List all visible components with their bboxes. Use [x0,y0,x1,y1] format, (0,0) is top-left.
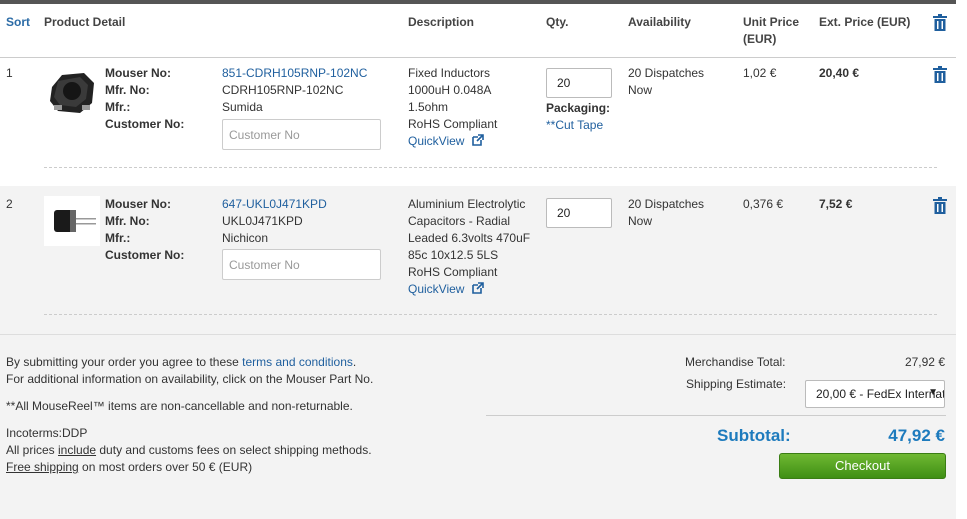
description-line: 1.5ohm [408,100,449,114]
mouser-no-label: Mouser No: [105,66,171,80]
manufacturer-name: Nichicon [222,231,269,245]
mfr-label: Mfr.: [105,231,131,245]
subtotal-label: Subtotal: [717,426,791,445]
mfr-part-number: UKL0J471KPD [222,214,303,228]
description-line: 1000uH 0.048A [408,83,492,97]
duty-prefix: All prices [6,443,59,457]
quickview-label: QuickView [408,282,465,296]
capacitor-image[interactable] [44,196,100,246]
terms-prefix: By submitting your order you agree to th… [6,355,243,369]
unit-price-header: Unit Price (EUR) [743,14,799,48]
mouser-no-label: Mouser No: [105,197,171,211]
mouser-part-link[interactable]: 851-CDRH105RNP-102NC [222,65,367,82]
availability-note: For additional information on availabili… [6,372,374,386]
unit-price: 1,02 € [743,66,777,80]
unit-price: 0,376 € [743,197,784,211]
row-sort-number: 1 [6,66,13,80]
description-line: 85c 10x12.5 5LS [408,248,499,262]
external-link-icon [472,282,484,294]
availability-status-line2: Now [628,83,653,97]
quickview-label: QuickView [408,134,465,148]
terms-link[interactable]: terms and conditions [242,355,353,369]
sort-header[interactable]: Sort [6,14,30,31]
free-shipping-note: Free shipping on most orders over 50 € (… [6,459,252,476]
mousereel-note: **All MouseReel™ items are non-cancellab… [6,399,353,413]
mfr-label: Mfr.: [105,100,131,114]
inductor-image[interactable] [44,67,100,117]
subtotal-value: 47,92 € [888,426,945,445]
free-shipping-link[interactable]: Free shipping [6,460,79,474]
availability-status: 20 Dispatches [628,197,705,211]
merchandise-total-label: Merchandise Total: [685,355,786,369]
external-link-icon [472,134,484,146]
customer-no-input[interactable]: Customer No [222,119,381,150]
ext-price: 20,40 € [819,66,860,80]
mfr-no-label: Mfr. No: [105,83,150,97]
delete-item-icon[interactable] [932,197,948,214]
delete-item-icon[interactable] [932,66,948,83]
table-row: 2 Mouser No: Mfr. No: Mfr.: Customer No:… [0,186,956,334]
summary-divider [486,415,946,416]
description-line: Leaded 6.3volts 470uF [408,231,531,245]
mfr-no-label: Mfr. No: [105,214,150,228]
unit-price-header-line2: (EUR) [743,32,777,46]
packaging-label: Packaging: [546,101,611,115]
ext-price-header: Ext. Price (EUR) [819,15,911,29]
cart-table-header: Sort Product Detail Description Qty. Ava… [0,4,956,58]
description-line: Capacitors - Radial [408,214,511,228]
unit-price-header-line1: Unit Price [743,15,800,29]
packaging-link[interactable]: **Cut Tape [546,117,603,134]
mouser-part-link[interactable]: 647-UKL0J471KPD [222,196,327,213]
free-shipping-suffix: on most orders over 50 € (EUR) [78,460,253,474]
terms-notice: By submitting your order you agree to th… [6,354,356,371]
duty-suffix: duty and customs fees on select shipping… [96,443,372,457]
row-sort-number: 2 [6,197,13,211]
description-line: Aluminium Electrolytic [408,197,526,211]
row-divider [44,314,937,315]
table-row: 1 Mouser No: Mfr. No: Mfr.: Customer No:… [0,59,956,186]
delete-all-icon[interactable] [932,14,948,31]
quickview-link[interactable]: QuickView [408,281,484,298]
shipping-method-selected: 20,00 € - FedEx International Priority [816,387,944,401]
include-link[interactable]: include [58,443,96,457]
customer-no-input[interactable]: Customer No [222,249,381,280]
description-line: RoHS Compliant [408,265,498,279]
quantity-input[interactable]: 20 [546,68,612,98]
description-line: RoHS Compliant [408,117,498,131]
customer-no-label: Customer No: [105,248,185,262]
description-header: Description [408,15,475,29]
mfr-part-number: CDRH105RNP-102NC [222,83,344,97]
incoterms-text: Incoterms:DDP [6,426,88,440]
customer-no-label: Customer No: [105,117,185,131]
duty-note: All prices include duty and customs fees… [6,442,372,459]
availability-header: Availability [628,15,691,29]
page-edge [956,0,967,519]
checkout-button[interactable]: Checkout [779,453,946,479]
row-divider [44,167,937,168]
product-detail-header: Product Detail [44,15,126,29]
terms-suffix: . [352,355,357,369]
shipping-estimate-label: Shipping Estimate: [686,377,787,391]
availability-status: 20 Dispatches [628,66,705,80]
ext-price: 7,52 € [819,197,853,211]
availability-status-line2: Now [628,214,653,228]
description-line: Fixed Inductors [408,66,491,80]
qty-header: Qty. [546,15,569,29]
quickview-link[interactable]: QuickView [408,133,484,150]
shipping-method-select[interactable]: 20,00 € - FedEx International Priority ▼ [805,380,945,408]
merchandise-total-value: 27,92 € [904,355,945,369]
dropdown-arrow-icon: ▼ [928,387,938,398]
manufacturer-name: Sumida [222,100,263,114]
quantity-input[interactable]: 20 [546,198,612,228]
